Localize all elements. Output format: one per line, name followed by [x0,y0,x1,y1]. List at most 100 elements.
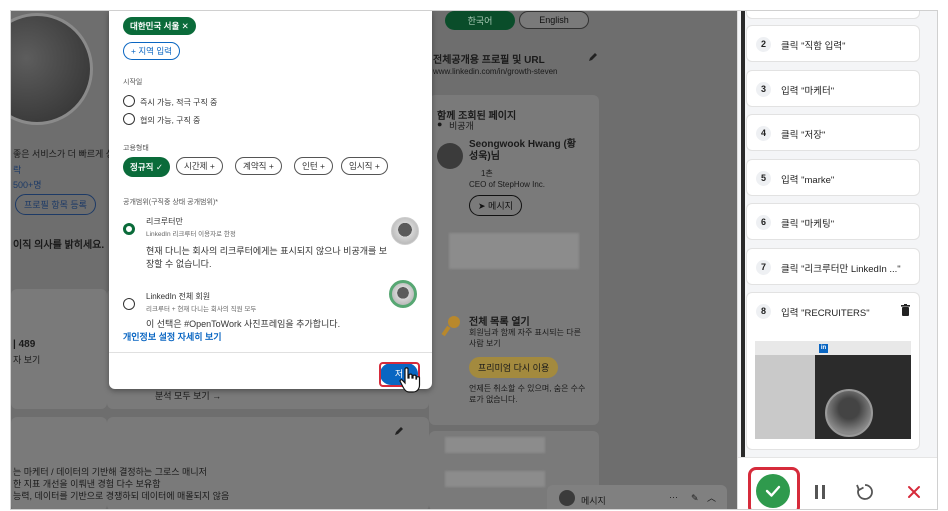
visibility-recruiters-title: 리크루터만 [146,217,183,226]
visibility-all-title: LinkedIn 전체 회원 [146,292,211,301]
step-card-4[interactable]: 4 클릭 "저장" [746,114,920,151]
trash-icon[interactable] [901,304,910,316]
lang-english-button[interactable]: English [519,11,589,29]
step-label: 클릭 "직함 입력" [781,41,846,52]
step-screenshot-thumbnail: in [755,341,911,439]
send-icon: ➤ [478,201,489,211]
step-card-5[interactable]: 5 입력 "marke" [746,159,920,196]
thumb-profile-photo [825,389,873,437]
start-immediate-label: 즉시 가능, 적극 구직 중 [140,98,218,107]
location-text: 락 [13,165,22,175]
playback-controls [738,457,937,509]
premium-retry-button[interactable]: 프리미엄 다시 이용 [469,357,559,378]
person-message-label: 메시지 [488,201,513,211]
step-label: 클릭 "저장" [781,130,826,141]
visibility-all-radio[interactable] [123,298,135,310]
profile-views-label: 자 보기 [13,355,41,365]
premium-note: 언제든 취소할 수 있으며, 숨은 수수료가 없습니다. [469,384,586,404]
automation-steps-panel: 2 클릭 "직함 입력" 3 입력 "마케터" 4 클릭 "저장" 5 입력 "… [737,11,937,509]
blurred-row-1 [445,437,545,453]
person-title: CEO of StepHow Inc. [469,180,546,189]
profile-avatar-plain [391,217,419,245]
step-number: 5 [756,171,771,186]
add-profile-section-button[interactable]: 프로필 항목 등록 [15,194,96,215]
step-number: 7 [756,260,771,275]
location-chip-label: 대한민국 서울 [130,21,180,31]
profile-url[interactable]: www.linkedin.com/in/growth-steven [433,67,558,76]
panel-scroll-edge [741,11,745,509]
visibility-recruiters-desc: 현재 다니는 회사의 리크루터에게는 표시되지 않으나 비공개를 보장할 수 없… [146,246,388,269]
linkedin-logo-icon: in [819,344,828,353]
emp-intern-chip[interactable]: 인턴 + [294,157,333,175]
add-location-button[interactable]: + 지역 입력 [123,42,180,60]
blurred-row-2 [445,471,545,487]
premium-title: 전체 목록 열기 [469,317,530,328]
step-number: 6 [756,215,771,230]
step-number: 3 [756,82,771,97]
person-degree: 1촌 [481,169,493,178]
messaging-more-icon[interactable]: ··· [669,492,678,502]
step-card-6[interactable]: 6 클릭 "마케팅" [746,203,920,240]
privacy-settings-link[interactable]: 개인정보 설정 자세히 보기 [123,330,222,343]
connections-text: 500+명 [13,180,42,190]
screen-frame: 좋은 서비스가 더 빠르게 성 락 500+명 프로필 항목 등록 이직 의사를… [10,10,938,510]
edit-url-pencil-icon[interactable] [587,51,599,63]
lang-korean-button[interactable]: 한국어 [445,11,515,30]
messaging-area: 메시지 ··· ✎ ︿ [547,11,727,509]
hand-cursor-icon [399,367,421,393]
step-card-1[interactable] [746,11,920,19]
open-to-work-modal: 대한민국 서울 ✕ + 지역 입력 시작일 즉시 가능, 적극 구직 중 협의 … [109,11,432,393]
key-icon [441,315,461,337]
emp-fulltime-chip[interactable]: 정규직 ✓ [123,157,170,177]
show-all-analytics-link[interactable]: 분석 모두 보기 → [155,389,221,402]
person-message-button[interactable]: ➤ 메시지 [469,195,522,216]
close-icon[interactable] [907,485,921,499]
visibility-recruiters-sub: LinkedIn 리크루터 이용자로 한정 [146,231,236,238]
close-icon[interactable]: ✕ [182,21,189,31]
messaging-compose-icon[interactable]: ✎ [691,493,699,504]
start-immediate-radio[interactable] [123,95,135,107]
messaging-avatar [559,490,575,506]
emp-parttime-chip[interactable]: 시간제 + [176,157,223,175]
step-card-2[interactable]: 2 클릭 "직함 입력" [746,25,920,62]
eye-icon: ● [437,119,443,129]
profile-avatar [11,13,93,125]
thumb-left-pane [755,355,815,439]
modal-footer-divider [109,352,432,353]
public-profile-title: 전체공개용 프로필 및 URL [433,55,545,66]
profile-avatar-opentowork [389,280,417,308]
messaging-expand-icon[interactable]: ︿ [707,491,716,504]
visibility-recruiters-radio[interactable] [123,223,135,235]
step-number: 2 [756,37,771,52]
step-number: 4 [756,126,771,141]
person-name[interactable]: Seongwook Hwang (황성욱)님 [469,139,579,163]
start-flexible-label: 협의 가능, 구직 중 [140,116,201,125]
restart-icon[interactable] [856,483,874,501]
emp-contract-chip[interactable]: 계약직 + [235,157,282,175]
also-viewed-privacy: 비공개 [449,121,474,131]
person-avatar[interactable] [437,143,463,169]
start-flexible-radio[interactable] [123,113,135,125]
thumb-topbar [755,341,911,355]
step-card-7[interactable]: 7 클릭 "리크루터만 LinkedIn ..." [746,248,920,285]
open-to-work-prompt: 이직 의사를 밝히세요. [13,240,105,251]
step-card-3[interactable]: 3 입력 "마케터" [746,70,920,107]
step-label: 클릭 "마케팅" [781,219,835,230]
step-label: 입력 "RECRUITERS" [781,308,870,319]
blurred-suggestion [449,233,579,269]
about-line-3: 능력, 데이터를 기반으로 경쟁하되 데이터에 매몰되지 않음 [13,491,230,501]
highlight-box-confirm [748,467,800,509]
step-label: 클릭 "리크루터만 LinkedIn ..." [781,264,901,275]
step-card-8[interactable]: 8 입력 "RECRUITERS" in [746,292,920,450]
emp-temp-chip[interactable]: 임시직 + [341,157,388,175]
profile-views-count: | 489 [13,339,36,350]
location-chip[interactable]: 대한민국 서울 ✕ [123,17,196,35]
edit-pencil-icon[interactable] [393,425,405,437]
visibility-label: 공개범위(구직중 상태 공개범위)* [123,199,218,206]
messaging-label: 메시지 [581,496,606,506]
step-number: 8 [756,304,771,319]
start-date-label: 시작일 [123,79,143,86]
pause-icon[interactable] [814,485,826,499]
headline-text: 좋은 서비스가 더 빠르게 성 [13,149,115,159]
employment-type-label: 고용형태 [123,145,149,152]
